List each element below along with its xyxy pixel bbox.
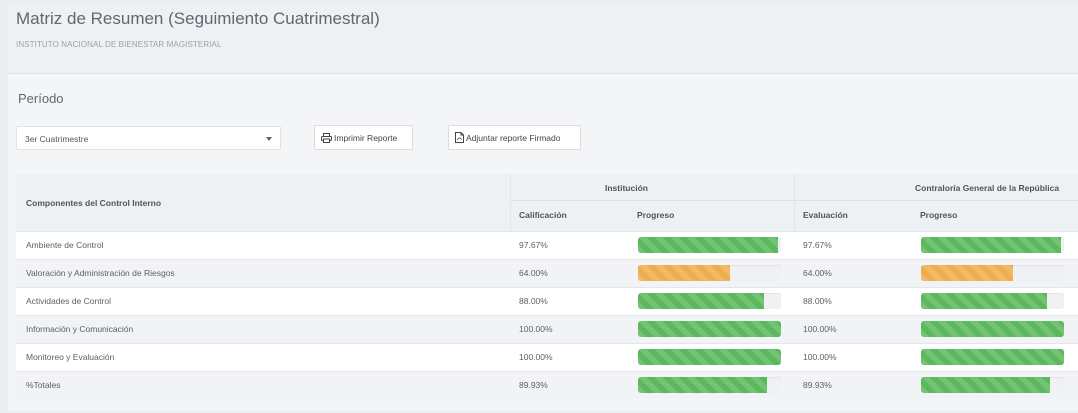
component-name: Ambiente de Control: [26, 240, 104, 250]
attach-signed-report-button[interactable]: Adjuntar reporte Firmado: [448, 125, 581, 150]
progress-bar-institution: [638, 349, 781, 365]
evaluacion-value: 89.93%: [803, 380, 832, 390]
header-progreso-institution: Progreso: [637, 210, 675, 220]
progress-bar-fill: [921, 377, 1050, 393]
table-row: Monitoreo y Evaluación 100.00% 100.00%: [16, 343, 1078, 371]
progress-bar-fill: [921, 349, 1064, 365]
print-report-label: Imprimir Reporte: [334, 132, 398, 143]
progress-bar-fill: [638, 237, 778, 253]
progress-bar-institution: [638, 321, 781, 337]
evaluacion-value: 97.67%: [803, 240, 832, 250]
progress-bar-institution: [638, 237, 781, 253]
report-panel: Período 3er Cuatrimestre Imprimir Report…: [8, 73, 1078, 411]
calificacion-value: 100.00%: [519, 324, 553, 334]
progress-bar-fill: [638, 265, 730, 281]
header-evaluacion: Evaluación: [803, 210, 848, 220]
table-row: Valoración y Administración de Riesgos 64…: [16, 259, 1078, 287]
evaluacion-value: 100.00%: [803, 352, 837, 362]
page-subtitle: INSTITUTO NACIONAL DE BIENESTAR MAGISTER…: [16, 40, 222, 49]
component-name: Actividades de Control: [26, 296, 112, 306]
progress-bar-institution: [638, 265, 781, 281]
table-row: Actividades de Control 88.00% 88.00%: [16, 287, 1078, 315]
table-row: Ambiente de Control 97.67% 97.67%: [16, 231, 1078, 259]
component-name: Monitoreo y Evaluación: [26, 352, 115, 362]
page-title: Matriz de Resumen (Seguimiento Cuatrimes…: [16, 9, 380, 28]
component-name: Valoración y Administración de Riesgos: [26, 268, 175, 278]
progress-bar-contraloria: [921, 237, 1064, 253]
progress-bar-fill: [921, 293, 1047, 309]
progress-bar-fill: [638, 321, 781, 337]
header-group-contraloria: Contraloría General de la República: [915, 183, 1060, 193]
calificacion-value: 88.00%: [519, 296, 548, 306]
printer-icon: [321, 132, 332, 143]
calificacion-value: 89.93%: [519, 380, 548, 390]
header-divider: [510, 200, 1078, 201]
progress-bar-contraloria: [921, 349, 1064, 365]
column-separator: [510, 174, 511, 231]
progress-bar-contraloria: [921, 265, 1064, 281]
table-row: %Totales 89.93% 89.93%: [16, 371, 1078, 399]
calificacion-value: 97.67%: [519, 240, 548, 250]
period-select[interactable]: 3er Cuatrimestre: [16, 126, 281, 150]
header-group-institution: Institución: [605, 183, 648, 193]
evaluacion-value: 64.00%: [803, 268, 832, 278]
attach-signed-report-label: Adjuntar reporte Firmado: [466, 132, 561, 143]
progress-bar-contraloria: [921, 321, 1064, 337]
progress-bar-fill: [921, 321, 1064, 337]
caret-down-icon: [266, 137, 272, 141]
progress-bar-fill: [921, 265, 1013, 281]
progress-bar-fill: [638, 293, 764, 309]
period-select-value: 3er Cuatrimestre: [25, 134, 89, 144]
evaluacion-value: 100.00%: [803, 324, 837, 334]
progress-bar-fill: [638, 377, 767, 393]
progress-bar-institution: [638, 293, 781, 309]
period-label: Período: [18, 91, 64, 106]
progress-bar-contraloria: [921, 377, 1064, 393]
component-name: %Totales: [26, 380, 61, 390]
header-progreso-contraloria: Progreso: [920, 210, 958, 220]
table-row: Información y Comunicación 100.00% 100.00%: [16, 315, 1078, 343]
component-name: Información y Comunicación: [26, 324, 134, 334]
progress-bar-fill: [921, 237, 1061, 253]
progress-bar-contraloria: [921, 293, 1064, 309]
progress-bar-fill: [638, 349, 781, 365]
evaluacion-value: 88.00%: [803, 296, 832, 306]
page-header: Matriz de Resumen (Seguimiento Cuatrimes…: [8, 4, 1078, 72]
table-header: Componentes del Control Interno Instituc…: [16, 174, 1078, 231]
header-calificacion: Calificación: [519, 210, 567, 220]
header-components: Componentes del Control Interno: [26, 198, 162, 208]
calificacion-value: 64.00%: [519, 268, 548, 278]
summary-table: Componentes del Control Interno Instituc…: [16, 174, 1078, 404]
column-separator: [794, 174, 795, 231]
calificacion-value: 100.00%: [519, 352, 553, 362]
pdf-file-icon: [455, 132, 464, 143]
progress-bar-institution: [638, 377, 781, 393]
print-report-button[interactable]: Imprimir Reporte: [314, 125, 413, 150]
